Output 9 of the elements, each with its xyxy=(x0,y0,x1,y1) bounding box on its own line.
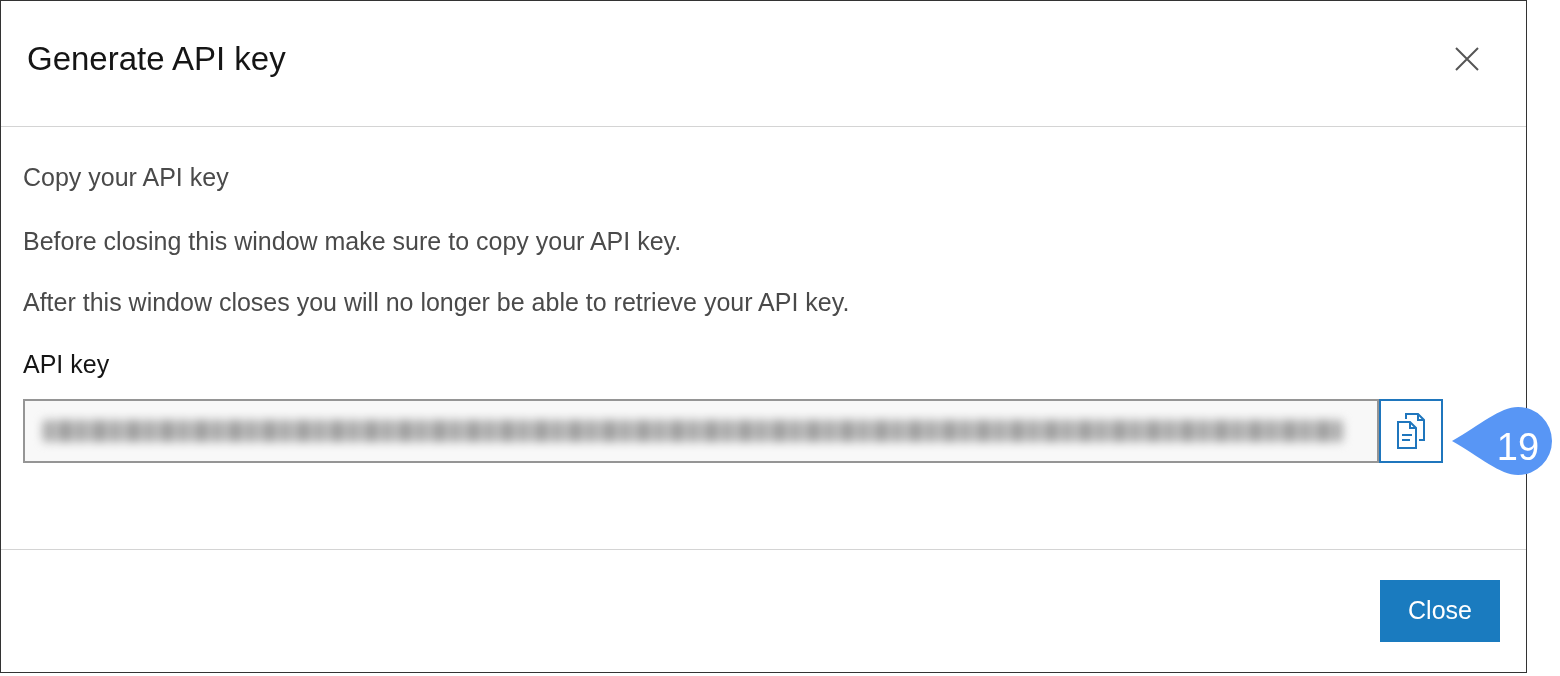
close-button[interactable]: Close xyxy=(1380,580,1500,642)
section-title: Copy your API key xyxy=(23,162,230,193)
field-label: API key xyxy=(23,348,111,380)
message-text: After this window closes you will no longer be able to retrieve your API key. xyxy=(23,287,851,318)
api-key-field[interactable] xyxy=(23,399,1379,463)
dialog-title: Generate API key xyxy=(27,38,286,79)
copy-icon xyxy=(1396,413,1426,449)
message-text: Before closing this window make sure to copy your API key. xyxy=(23,225,683,257)
copy-button[interactable] xyxy=(1379,399,1443,463)
